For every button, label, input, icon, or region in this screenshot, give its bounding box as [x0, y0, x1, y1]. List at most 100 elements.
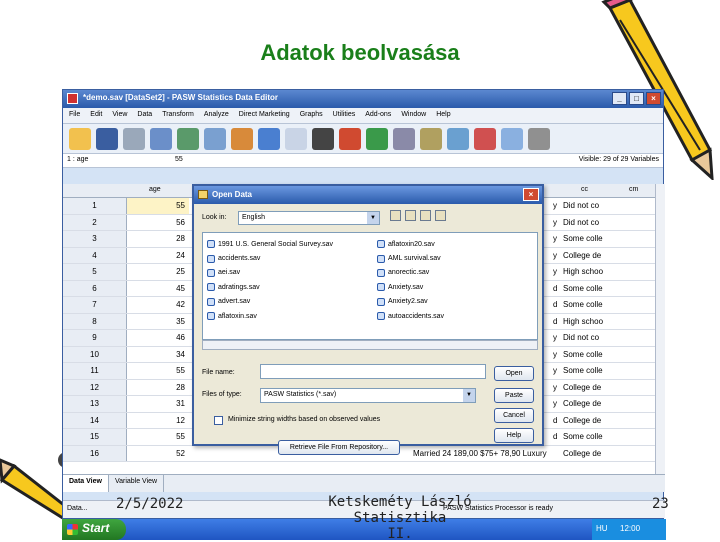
file-list-item[interactable]: adratings.sav — [207, 280, 333, 294]
row-number[interactable]: 1 — [63, 198, 127, 214]
help-button[interactable]: Help — [494, 428, 534, 443]
file-list-item[interactable]: accidents.sav — [207, 251, 333, 265]
file-list-item[interactable]: Anxiety2.sav — [377, 295, 444, 309]
weight-cases-icon[interactable] — [420, 127, 442, 150]
details-view-icon[interactable] — [435, 210, 446, 221]
print-icon[interactable] — [123, 127, 145, 150]
column-header-age[interactable]: age — [149, 186, 161, 193]
cell-fragment[interactable]: d — [553, 314, 561, 330]
new-folder-icon[interactable] — [405, 210, 416, 221]
open-button[interactable]: Open — [494, 366, 534, 381]
menu-utilities[interactable]: Utilities — [333, 111, 356, 120]
menu-transform[interactable]: Transform — [162, 111, 194, 120]
goto-case-icon[interactable] — [231, 127, 253, 150]
row-number[interactable]: 5 — [63, 264, 127, 280]
cell-age[interactable]: 52 — [127, 446, 189, 462]
cell-education[interactable]: College de — [563, 446, 623, 462]
row-number[interactable]: 10 — [63, 346, 127, 362]
row-number[interactable]: 11 — [63, 363, 127, 379]
column-header-cc[interactable]: cc — [581, 186, 588, 193]
file-list-item[interactable]: advert.sav — [207, 295, 333, 309]
list-view-icon[interactable] — [420, 210, 431, 221]
menu-file[interactable]: File — [69, 111, 80, 120]
cell-fragment[interactable]: y — [553, 264, 561, 280]
dialog-recall-icon[interactable] — [150, 127, 172, 150]
row-number[interactable]: 7 — [63, 297, 127, 313]
file-list-scrollbar[interactable] — [202, 340, 538, 350]
menu-data[interactable]: Data — [137, 111, 152, 120]
menu-direct-marketing[interactable]: Direct Marketing — [239, 111, 290, 120]
cell-age[interactable]: 42 — [127, 297, 189, 313]
cell-age[interactable]: 55 — [127, 429, 189, 445]
tab-variable-view[interactable]: Variable View — [109, 475, 165, 492]
file-list-item[interactable]: anorectic.sav — [377, 266, 444, 280]
menu-view[interactable]: View — [112, 111, 127, 120]
file-list-item[interactable]: AML survival.sav — [377, 251, 444, 265]
cell-fragment[interactable]: d — [553, 281, 561, 297]
cell-education[interactable]: Some colle — [563, 363, 623, 379]
cell-age[interactable]: 25 — [127, 264, 189, 280]
cell-fragment[interactable]: y — [553, 198, 561, 214]
cell-education[interactable]: Some colle — [563, 281, 623, 297]
value-labels-icon[interactable] — [474, 127, 496, 150]
maximize-button[interactable]: □ — [629, 92, 644, 105]
menu-help[interactable]: Help — [436, 111, 450, 120]
cancel-button[interactable]: Cancel — [494, 408, 534, 423]
cell-education[interactable]: Some colle — [563, 347, 623, 363]
row-number[interactable]: 12 — [63, 379, 127, 395]
split-file-icon[interactable] — [393, 127, 415, 150]
find-icon[interactable] — [312, 127, 334, 150]
row-number[interactable]: 6 — [63, 280, 127, 296]
save-icon[interactable] — [96, 127, 118, 150]
open-folder-icon[interactable] — [69, 127, 91, 150]
cell-education[interactable]: High schoo — [563, 264, 623, 280]
file-name-input[interactable] — [260, 364, 486, 379]
tab-data-view[interactable]: Data View — [63, 475, 109, 492]
file-list-item[interactable]: aflatoxin20.sav — [377, 237, 444, 251]
row-number[interactable]: 2 — [63, 214, 127, 230]
undo-icon[interactable] — [177, 127, 199, 150]
row-number[interactable]: 13 — [63, 396, 127, 412]
up-folder-icon[interactable] — [390, 210, 401, 221]
file-list-item[interactable]: 1991 U.S. General Social Survey.sav — [207, 237, 333, 251]
row-number[interactable]: 16 — [63, 445, 127, 461]
cell-education[interactable]: College de — [563, 380, 623, 396]
minimize-string-checkbox[interactable] — [214, 416, 223, 425]
show-all-variables-icon[interactable] — [528, 127, 550, 150]
cell-fragment[interactable]: y — [553, 330, 561, 346]
dialog-close-button[interactable]: × — [523, 188, 539, 201]
cell-education[interactable]: Did not co — [563, 198, 623, 214]
cell-age[interactable]: 46 — [127, 330, 189, 346]
cell-age[interactable]: 28 — [127, 380, 189, 396]
cell-age[interactable]: 56 — [127, 215, 189, 231]
insert-cases-icon[interactable] — [339, 127, 361, 150]
paste-button[interactable]: Paste — [494, 388, 534, 403]
row-number[interactable]: 3 — [63, 231, 127, 247]
vertical-scrollbar[interactable] — [655, 184, 665, 474]
goto-variable-icon[interactable] — [258, 127, 280, 150]
cell-fragment[interactable]: y — [553, 248, 561, 264]
variables-icon[interactable] — [285, 127, 307, 150]
cell-fragment[interactable]: d — [553, 429, 561, 445]
language-indicator[interactable]: HU — [596, 524, 608, 533]
row-number[interactable]: 14 — [63, 412, 127, 428]
cell-fragment[interactable]: y — [553, 231, 561, 247]
row-number[interactable]: 9 — [63, 330, 127, 346]
cell-age[interactable]: 28 — [127, 231, 189, 247]
file-list-item[interactable]: autoaccidents.sav — [377, 309, 444, 323]
insert-variable-icon[interactable] — [366, 127, 388, 150]
cell-fragment[interactable]: y — [553, 396, 561, 412]
cell-age[interactable]: 24 — [127, 248, 189, 264]
cell-education[interactable]: High schoo — [563, 314, 623, 330]
cell-fragment[interactable]: y — [553, 380, 561, 396]
menu-window[interactable]: Window — [401, 111, 426, 120]
cell-fragment[interactable]: y — [553, 363, 561, 379]
menu-addons[interactable]: Add-ons — [365, 111, 391, 120]
start-button[interactable]: Start — [62, 519, 126, 540]
cell-age[interactable]: 35 — [127, 314, 189, 330]
redo-icon[interactable] — [204, 127, 226, 150]
cell-education[interactable]: Some colle — [563, 429, 623, 445]
look-in-select[interactable]: English ▼ — [238, 211, 380, 225]
cell-fragment[interactable]: y — [553, 347, 561, 363]
row-number[interactable]: 4 — [63, 247, 127, 263]
